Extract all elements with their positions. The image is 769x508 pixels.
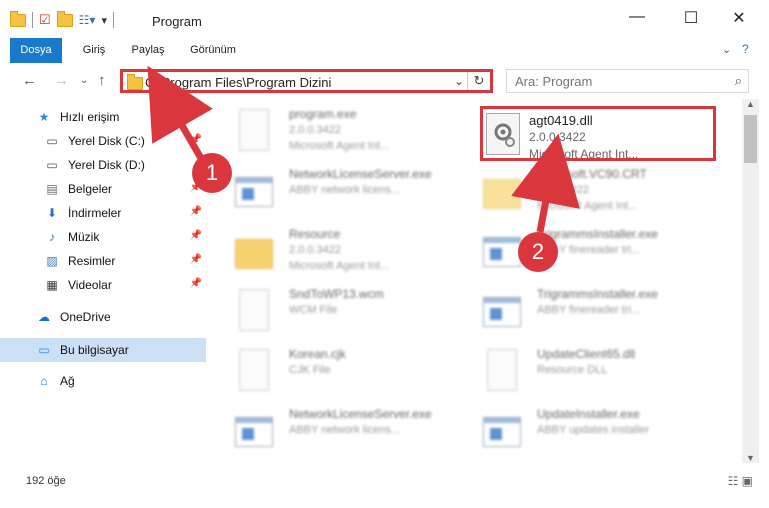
arrow-two	[511, 133, 580, 233]
item-count: 192 öğe	[26, 475, 66, 487]
view-mode-icons[interactable]: ☷ ▣	[728, 474, 753, 488]
status-bar: 192 öğe ☷ ▣	[0, 463, 769, 508]
step-one-badge: 1	[192, 153, 232, 193]
step-two-badge: 2	[518, 232, 558, 272]
arrow-one	[147, 65, 213, 162]
annotation-arrows	[147, 65, 580, 233]
